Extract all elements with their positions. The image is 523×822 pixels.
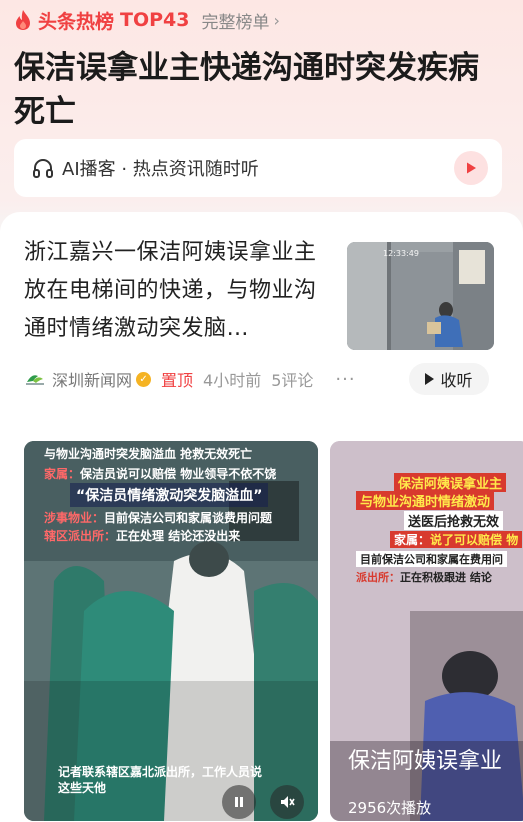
podcast-label: AI播客 · 热点资讯随时听 <box>62 159 259 180</box>
video1-line2: 家属：保洁员说可以赔偿 物业领导不依不饶 <box>44 467 277 481</box>
page-title: 保洁误拿业主快递沟通时突发疾病死亡 <box>14 50 479 130</box>
hot-list-bar[interactable]: 头条热榜 TOP43 完整榜单 › <box>14 6 280 34</box>
pause-button[interactable] <box>222 785 256 819</box>
ai-podcast-bar[interactable]: AI播客 · 热点资讯随时听 <box>14 139 502 197</box>
video1-caption1: 记者联系辖区嘉北派出所，工作人员说 <box>58 765 263 779</box>
article-meta: 深圳新闻网 ✓ 置顶 4小时前 5评论 ··· 收听 <box>24 363 499 395</box>
mute-button[interactable] <box>270 785 304 819</box>
video2-line2: 与物业沟通时情绪激动 <box>356 491 495 510</box>
play-icon <box>467 162 476 174</box>
flame-icon <box>16 10 30 30</box>
video1-line5: 辖区派出所：正在处理 结论还没出来 <box>44 529 241 543</box>
post-time: 4小时前 <box>203 371 262 390</box>
news-card[interactable]: 浙江嘉兴一保洁阿姨误拿业主放在电梯间的快递，与物业沟通时情绪激动突发脑… 12:… <box>0 212 523 822</box>
verified-badge-icon: ✓ <box>136 371 152 387</box>
video1-line1: 与物业沟通时突发脑溢血 抢救无效死亡 <box>44 447 253 461</box>
hot-list-brand: 头条热榜 <box>38 10 115 33</box>
pause-icon <box>235 797 243 807</box>
full-list-label: 完整榜单 <box>201 12 270 33</box>
video2-line4: 家属：说了可以赔偿 物 <box>390 531 523 548</box>
source-logo-icon <box>26 375 44 385</box>
play-icon <box>425 373 435 385</box>
pinned-badge: 置顶 <box>161 371 194 390</box>
thumbnail-timestamp: 12:33:49 <box>383 249 419 258</box>
hot-list-rank: TOP43 <box>120 9 190 31</box>
elevator-scene-image: 12:33:49 <box>347 242 494 350</box>
podcast-play-button[interactable] <box>454 151 488 185</box>
video-card-2[interactable]: 保洁阿姨误拿业主 与物业沟通时情绪激动 送医后抢救无效 家属：说了可以赔偿 物 … <box>330 441 523 821</box>
listen-button[interactable]: 收听 <box>409 363 489 395</box>
muted-speaker-icon <box>281 796 295 808</box>
video2-line1: 保洁阿姨误拿业主 <box>394 473 507 492</box>
video1-quote: “保洁员情绪激动突发脑溢血” <box>70 483 269 507</box>
video2-line6: 派出所：正在积极跟进 结论 <box>356 571 492 584</box>
video2-title: 保洁阿姨误拿业 <box>348 749 503 774</box>
video1-caption2: 这些天他 <box>58 781 107 795</box>
more-options-button[interactable]: ··· <box>335 369 355 390</box>
comment-count[interactable]: 5评论 <box>271 367 313 391</box>
video2-line5: 目前保洁公司和家属在费用问 <box>356 551 507 567</box>
headphones-icon <box>33 159 53 178</box>
listen-label: 收听 <box>440 371 473 390</box>
video2-line3: 送医后抢救无效 <box>404 511 504 530</box>
video-card-1[interactable]: 与物业沟通时突发脑溢血 抢救无效死亡 家属：保洁员说可以赔偿 物业领导不依不饶 … <box>24 441 318 821</box>
source-name[interactable]: 深圳新闻网 <box>52 367 132 391</box>
video1-line4: 涉事物业：目前保洁公司和家属谈费用问题 <box>44 511 273 525</box>
article-title[interactable]: 浙江嘉兴一保洁阿姨误拿业主放在电梯间的快递，与物业沟通时情绪激动突发脑… <box>24 234 332 348</box>
chevron-right-icon: › <box>273 10 280 30</box>
full-list-link[interactable]: 完整榜单 › <box>202 8 280 33</box>
article-thumbnail[interactable]: 12:33:49 <box>347 242 494 350</box>
